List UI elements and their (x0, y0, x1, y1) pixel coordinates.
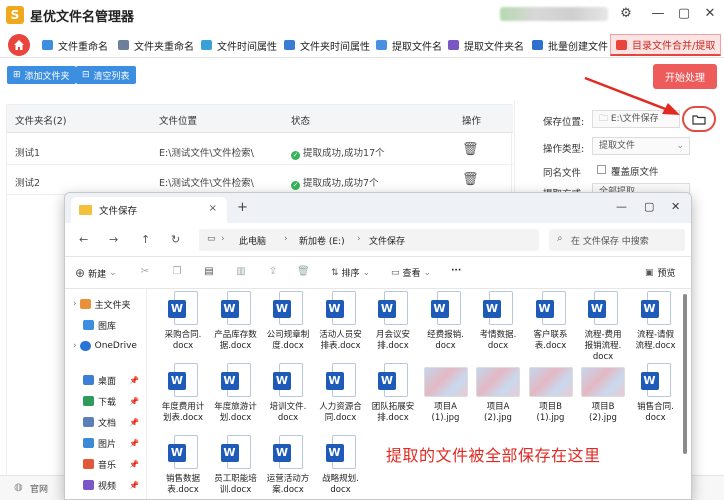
annotation-banner: 提取的文件被全部保存在这里 (386, 446, 601, 465)
scrollbar[interactable] (683, 294, 687, 454)
annotation-arrow (584, 76, 680, 115)
